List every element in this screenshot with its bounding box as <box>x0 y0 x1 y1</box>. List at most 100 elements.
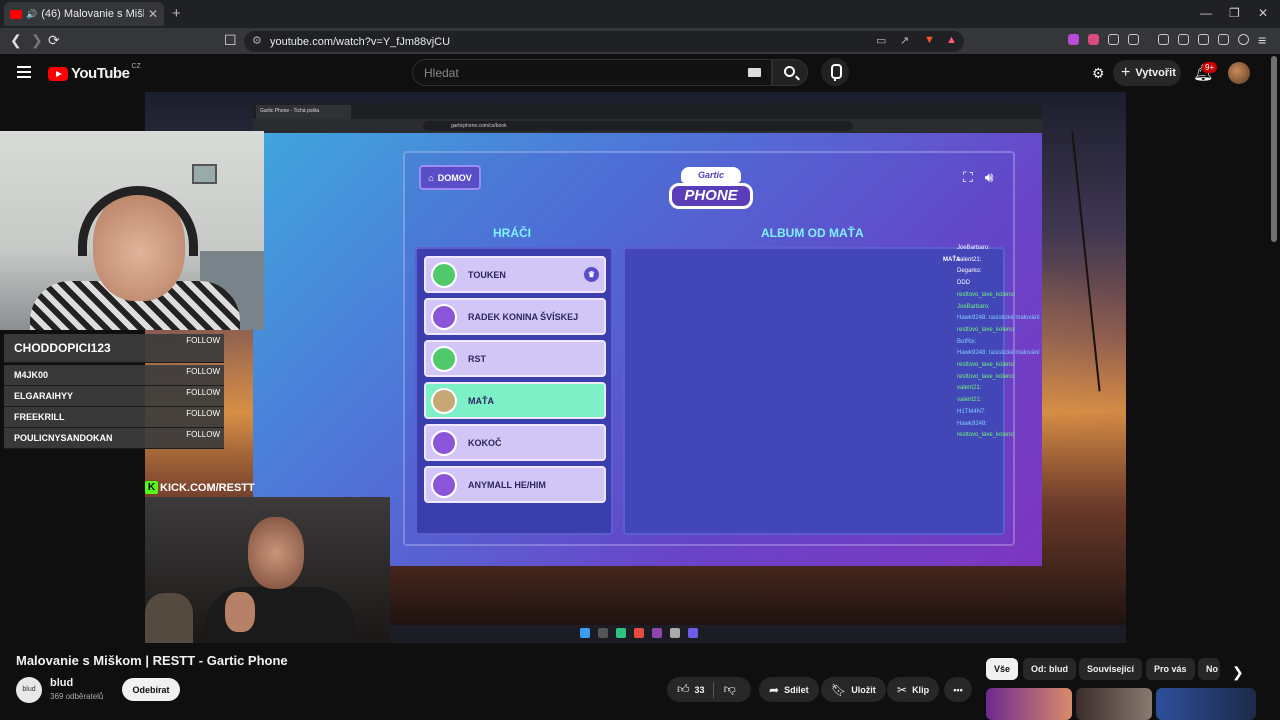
thumbnail[interactable] <box>986 688 1072 720</box>
youtube-favicon-icon <box>10 9 22 19</box>
address-bar-row: ❮ ❯ ⟳ ☐ ⚙ youtube.com/watch?v=Y_fJm88vjC… <box>0 28 1280 54</box>
captured-address-bar: garticphone.com/cs/book <box>253 119 1042 133</box>
chat-message: JoeBarbaro: <box>957 245 990 251</box>
kick-url: KICK.COM/RESTT <box>160 481 255 494</box>
voice-search-icon[interactable] <box>821 58 849 86</box>
share-page-icon[interactable]: ↗ <box>900 34 909 47</box>
url-text: youtube.com/watch?v=Y_fJm88vjCU <box>270 35 451 48</box>
chevron-right-icon[interactable]: ❯ <box>1232 664 1244 681</box>
more-actions-button[interactable]: ••• <box>944 677 972 702</box>
follower-row: CHODDOPICI123 FOLLOW <box>4 334 224 363</box>
chip-related[interactable]: Související <box>1079 658 1143 680</box>
restore-icon[interactable]: ❐ <box>1229 6 1240 20</box>
follow-label: FOLLOW <box>186 336 220 345</box>
keyboard-icon[interactable] <box>748 68 761 77</box>
recent-followers-overlay: CHODDOPICI123 FOLLOW M4JK00 FOLLOW ELGARAI… <box>4 334 224 449</box>
chip-from-channel[interactable]: Od: blud <box>1023 658 1076 680</box>
extension-icon[interactable] <box>1068 34 1079 45</box>
home-button: ⌂ DOMOV <box>419 165 481 190</box>
audio-playing-icon[interactable]: 🔊 <box>26 9 37 20</box>
search-button[interactable] <box>772 59 808 86</box>
player-avatar <box>431 303 457 330</box>
cast-icon[interactable]: ▭ <box>876 34 886 47</box>
create-button[interactable]: + Vytvořit <box>1113 60 1181 86</box>
extension-icon[interactable] <box>1108 34 1119 45</box>
sidebar-icon[interactable] <box>1178 34 1189 45</box>
thumbs-up-icon: 👍︎ <box>677 682 690 696</box>
player-name: MAŤA <box>468 395 494 406</box>
vpn-icon[interactable] <box>1238 34 1249 45</box>
brave-rewards-icon[interactable]: ▲ <box>946 34 957 46</box>
forward-icon[interactable]: ❯ <box>31 32 43 49</box>
start-icon <box>580 628 590 638</box>
player-avatar <box>431 471 457 498</box>
chip-for-you[interactable]: Pro vás <box>1146 658 1195 680</box>
follower-name: ELGARAIHYY <box>14 391 74 401</box>
dislike-button[interactable]: 👎︎ <box>714 677 744 702</box>
chat-message: H1TM4N7: <box>957 408 987 415</box>
thumbnail[interactable] <box>1076 688 1152 720</box>
extension-icon[interactable] <box>1128 34 1139 45</box>
channel-avatar[interactable]: blud <box>16 677 42 703</box>
player-card: KOKOČ <box>424 424 606 461</box>
browser-tab[interactable]: 🔊 (46) Malovanie s Miškom | RE ✕ <box>4 2 164 26</box>
page-scrollbar[interactable] <box>1271 56 1277 242</box>
share-button[interactable]: ➦ Sdílet <box>759 677 819 702</box>
subscriber-count: 369 odběratelů <box>50 692 104 701</box>
clip-label: Klip <box>912 684 930 695</box>
bookmark-icon[interactable]: ☐ <box>224 32 237 49</box>
album-heading: ALBUM OD MAŤA <box>761 226 864 240</box>
streamer-head <box>248 517 304 589</box>
plus-icon: + <box>1121 64 1131 81</box>
kick-logo-icon: K <box>145 481 158 494</box>
minimize-icon[interactable]: — <box>1200 6 1212 20</box>
wallet-icon[interactable] <box>1198 34 1209 45</box>
mascot-figure <box>145 593 193 643</box>
chip-next[interactable]: No <box>1198 658 1220 680</box>
player-card: ANYMALL HE/HIM <box>424 466 606 503</box>
hamburger-menu-icon[interactable] <box>17 66 31 81</box>
close-window-icon[interactable]: ✕ <box>1258 6 1268 20</box>
clip-button[interactable]: ✂ Klip <box>887 677 940 702</box>
channel-name[interactable]: blud <box>50 677 73 689</box>
player-name: ANYMALL HE/HIM <box>468 479 546 490</box>
account-avatar[interactable] <box>1228 62 1250 84</box>
leo-icon[interactable] <box>1218 34 1229 45</box>
volume-icon: 🔊︎ <box>984 169 994 185</box>
follow-label: FOLLOW <box>186 409 220 418</box>
taskbar-app-icon <box>616 628 626 638</box>
save-button[interactable]: 🔖︎ Uložit <box>821 677 886 702</box>
follower-row: ELGARAIHYY FOLLOW <box>4 386 224 407</box>
menu-icon[interactable]: ≡ <box>1258 32 1266 48</box>
gartic-phone-logo: Gartic PHONE <box>667 161 755 217</box>
close-tab-icon[interactable]: ✕ <box>148 7 158 21</box>
chat-message: resttovo_lave_koleno: <box>957 432 1016 439</box>
search-input[interactable]: Hledat <box>412 59 772 86</box>
new-tab-icon[interactable]: + <box>172 5 181 22</box>
site-info-icon[interactable]: ⚙ <box>252 34 262 47</box>
gear-extension-icon[interactable]: ⚙ <box>1092 65 1105 82</box>
youtube-wordmark: YouTube <box>71 65 130 82</box>
game-controls: ⛶ 🔊︎ <box>963 169 994 186</box>
share-icon: ➦ <box>769 682 780 697</box>
captured-url: garticphone.com/cs/book <box>423 121 853 131</box>
captured-tab-bar: Gartic Phone - Tichá pošta <box>253 103 1042 119</box>
like-button[interactable]: 👍︎ 33 <box>667 677 713 702</box>
follower-name: POULICNYSANDOKAN <box>14 433 113 443</box>
back-icon[interactable]: ❮ <box>10 32 22 49</box>
brave-shield-icon[interactable]: ▼ <box>924 34 935 46</box>
media-icon[interactable] <box>1158 34 1169 45</box>
thumbnail[interactable] <box>1156 688 1256 720</box>
reload-icon[interactable]: ⟳ <box>48 32 60 49</box>
youtube-logo[interactable]: YouTube CZ <box>48 63 141 82</box>
like-dislike-group: 👍︎ 33 👎︎ <box>667 677 751 702</box>
url-field[interactable]: ⚙ youtube.com/watch?v=Y_fJm88vjCU ▭ ↗ ▼ … <box>244 31 964 52</box>
extension-icon[interactable] <box>1088 34 1099 45</box>
fullscreen-icon: ⛶ <box>963 169 973 185</box>
player-name: RST <box>468 353 486 364</box>
country-code: CZ <box>131 63 141 70</box>
player-avatar <box>431 387 457 414</box>
chat-message: valent21: <box>957 385 982 392</box>
chip-all[interactable]: Vše <box>986 658 1019 680</box>
subscribe-button[interactable]: Odebírat <box>122 678 180 701</box>
